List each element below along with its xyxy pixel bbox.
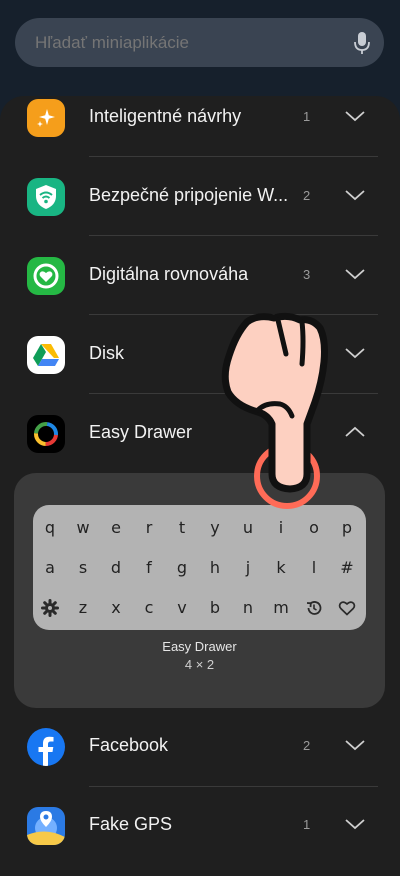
wifi-shield-icon <box>27 178 65 216</box>
key-y[interactable]: y <box>200 513 230 543</box>
widget-count: 1 <box>303 817 311 832</box>
facebook-icon <box>27 728 65 766</box>
heart-icon[interactable] <box>332 593 362 623</box>
color-ring-icon <box>27 415 65 453</box>
app-row-inteligentne-navrhy[interactable]: Inteligentné návrhy 1 <box>0 96 400 157</box>
globe-pin-icon <box>27 807 65 845</box>
chevron-down-icon[interactable] <box>344 109 366 123</box>
key-x[interactable]: x <box>101 593 131 623</box>
app-title: Facebook <box>89 735 169 755</box>
chevron-down-icon[interactable] <box>344 267 366 281</box>
app-title: Fake GPS <box>89 814 173 834</box>
key-u[interactable]: u <box>233 513 263 543</box>
app-title: Digitálna rovnováha <box>89 264 249 284</box>
key-g[interactable]: g <box>167 553 197 583</box>
heart-ring-icon <box>27 257 65 295</box>
key-h[interactable]: h <box>200 553 230 583</box>
key-m[interactable]: m <box>266 593 296 623</box>
tap-hand-icon <box>221 312 328 509</box>
widget-count: 3 <box>303 267 311 282</box>
gear-icon[interactable] <box>35 593 65 623</box>
app-row-fake-gps[interactable]: Fake GPS 1 <box>0 787 400 865</box>
widget-count: 1 <box>303 109 311 124</box>
key-f[interactable]: f <box>134 553 164 583</box>
key-s[interactable]: s <box>68 553 98 583</box>
sparkle-icon <box>27 99 65 137</box>
keyboard-widget-preview[interactable]: q w e r t y u i o p a s d f g h j k l # <box>33 505 366 630</box>
key-k[interactable]: k <box>266 553 296 583</box>
key-l[interactable]: l <box>299 553 329 583</box>
key-q[interactable]: q <box>35 513 65 543</box>
chevron-down-icon[interactable] <box>344 738 366 752</box>
app-title: Disk <box>89 343 124 363</box>
divider <box>89 156 378 157</box>
widget-size-label: 4 × 2 <box>184 657 215 672</box>
divider <box>89 235 378 236</box>
google-drive-icon <box>27 336 65 374</box>
key-b[interactable]: b <box>200 593 230 623</box>
search-input[interactable] <box>35 18 335 67</box>
key-d[interactable]: d <box>101 553 131 583</box>
key-p[interactable]: p <box>332 513 362 543</box>
key-t[interactable]: t <box>167 513 197 543</box>
key-j[interactable]: j <box>233 553 263 583</box>
app-title: Easy Drawer <box>89 422 193 442</box>
key-v[interactable]: v <box>167 593 197 623</box>
chevron-up-icon[interactable] <box>344 425 366 439</box>
history-icon[interactable] <box>299 593 329 623</box>
key-z[interactable]: z <box>68 593 98 623</box>
app-row-digitalna-rovnovaha[interactable]: Digitálna rovnováha 3 <box>0 237 400 315</box>
app-row-facebook[interactable]: Facebook 2 <box>0 708 400 786</box>
app-row-disk[interactable]: Disk <box>0 316 400 394</box>
app-row-bezpecne-pripojenie[interactable]: Bezpečné pripojenie W... 2 <box>0 158 400 236</box>
widget-count: 2 <box>303 738 311 753</box>
chevron-down-icon[interactable] <box>344 188 366 202</box>
key-w[interactable]: w <box>68 513 98 543</box>
chevron-down-icon[interactable] <box>344 346 366 360</box>
app-row-easy-drawer[interactable]: Easy Drawer <box>0 395 400 473</box>
chevron-down-icon[interactable] <box>344 817 366 831</box>
app-title: Inteligentné návrhy <box>89 106 242 126</box>
key-r[interactable]: r <box>134 513 164 543</box>
key-i[interactable]: i <box>266 513 296 543</box>
key-e[interactable]: e <box>101 513 131 543</box>
key-hash[interactable]: # <box>332 553 362 583</box>
key-n[interactable]: n <box>233 593 263 623</box>
search-bar[interactable] <box>15 18 384 67</box>
key-c[interactable]: c <box>134 593 164 623</box>
widget-name-label: Easy Drawer <box>162 639 237 654</box>
key-o[interactable]: o <box>299 513 329 543</box>
key-a[interactable]: a <box>35 553 65 583</box>
app-title: Bezpečné pripojenie W... <box>89 185 289 205</box>
mic-icon[interactable] <box>354 31 370 55</box>
widget-count: 2 <box>303 188 311 203</box>
